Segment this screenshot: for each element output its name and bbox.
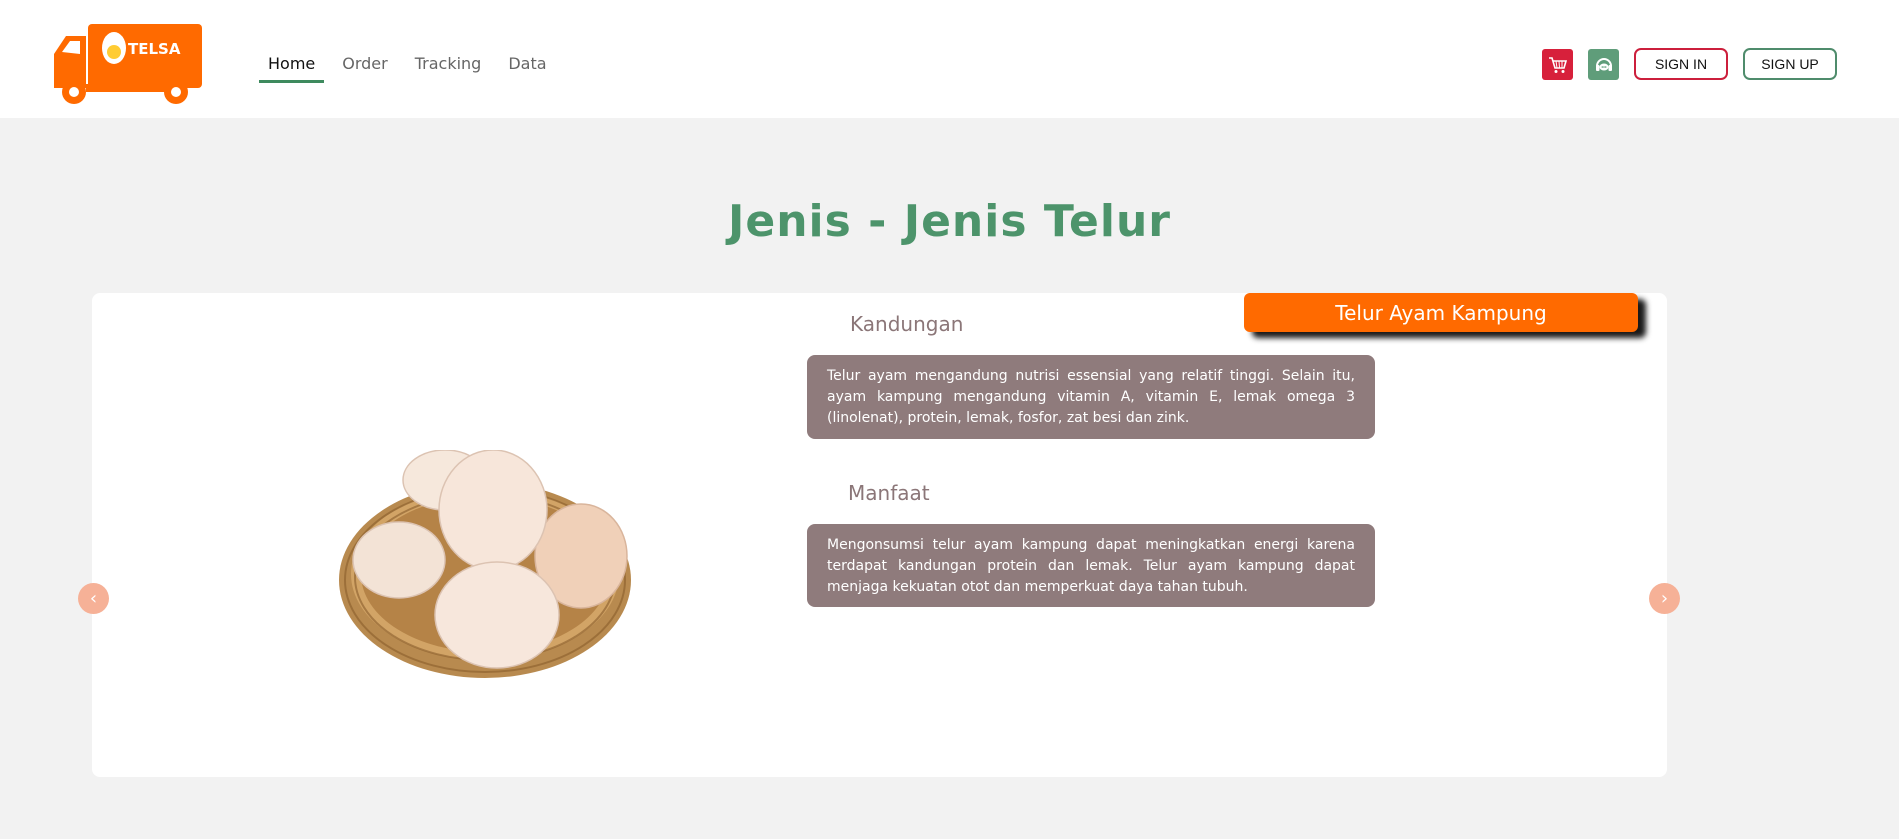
carousel-prev-button[interactable]: ‹ [78, 583, 109, 614]
manfaat-heading: Manfaat [848, 481, 930, 505]
support-icon [1595, 57, 1612, 71]
support-button[interactable] [1588, 49, 1619, 80]
header: TELSA Home Order Tracking Data SIGN IN S… [0, 0, 1899, 118]
cart-icon [1548, 56, 1567, 73]
product-name-tag: Telur Ayam Kampung [1244, 293, 1638, 332]
kandungan-heading: Kandungan [850, 312, 964, 336]
chevron-right-icon: › [1660, 588, 1669, 609]
svg-text:TELSA: TELSA [128, 40, 181, 58]
nav-data[interactable]: Data [499, 50, 555, 83]
section-title: Jenis - Jenis Telur [728, 196, 1171, 247]
nav-tracking[interactable]: Tracking [406, 50, 491, 83]
sign-up-button[interactable]: SIGN UP [1743, 48, 1837, 80]
main-nav: Home Order Tracking Data [259, 50, 565, 83]
cart-button[interactable] [1542, 49, 1573, 80]
egg-basket-image [339, 450, 631, 678]
nav-order[interactable]: Order [333, 50, 396, 83]
nav-home[interactable]: Home [259, 50, 325, 83]
kandungan-text: Telur ayam mengandung nutrisi essensial … [807, 355, 1375, 439]
sign-in-button[interactable]: SIGN IN [1634, 48, 1728, 80]
telsa-truck-logo[interactable]: TELSA [52, 24, 204, 106]
chevron-left-icon: ‹ [89, 588, 98, 609]
manfaat-text: Mengonsumsi telur ayam kampung dapat men… [807, 524, 1375, 607]
carousel-next-button[interactable]: › [1649, 583, 1680, 614]
